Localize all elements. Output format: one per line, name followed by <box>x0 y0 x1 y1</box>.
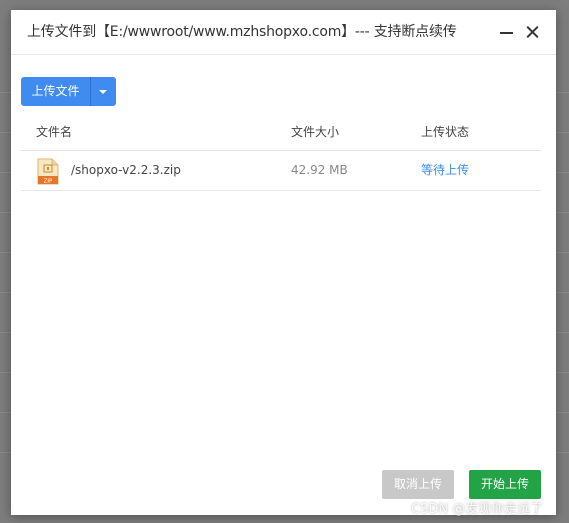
close-icon[interactable] <box>523 22 543 42</box>
upload-file-button[interactable]: 上传文件 <box>21 77 90 106</box>
svg-text:ZIP: ZIP <box>44 179 53 185</box>
table-row: ZIP /shopxo-v2.2.3.zip 42.92 MB 等待上传 <box>21 151 541 191</box>
watermark: CSDN @发现你走远了 <box>411 502 544 517</box>
upload-status-link[interactable]: 等待上传 <box>421 151 469 190</box>
minimize-icon[interactable] <box>497 22 517 42</box>
start-upload-button[interactable]: 开始上传 <box>469 470 541 499</box>
column-header-name: 文件名 <box>36 125 73 139</box>
column-header-status: 上传状态 <box>421 125 470 139</box>
dialog-titlebar: 上传文件到【E:/wwwroot/www.mzhshopxo.com】--- 支… <box>11 10 556 55</box>
dialog-title: 上传文件到【E:/wwwroot/www.mzhshopxo.com】--- 支… <box>27 24 457 40</box>
file-name: /shopxo-v2.2.3.zip <box>71 163 181 177</box>
chevron-down-icon[interactable] <box>90 77 116 106</box>
zip-file-icon: ZIP <box>37 158 59 185</box>
column-header-size: 文件大小 <box>291 125 340 139</box>
upload-split-button: 上传文件 <box>21 77 116 106</box>
file-table: 文件名 文件大小 上传状态 ZIP /shopxo-v2.2.3.zip 42.… <box>21 115 541 191</box>
upload-dialog: 上传文件到【E:/wwwroot/www.mzhshopxo.com】--- 支… <box>11 10 556 515</box>
table-header: 文件名 文件大小 上传状态 <box>21 115 541 151</box>
cancel-upload-button[interactable]: 取消上传 <box>382 470 454 499</box>
file-size: 42.92 MB <box>291 163 348 177</box>
